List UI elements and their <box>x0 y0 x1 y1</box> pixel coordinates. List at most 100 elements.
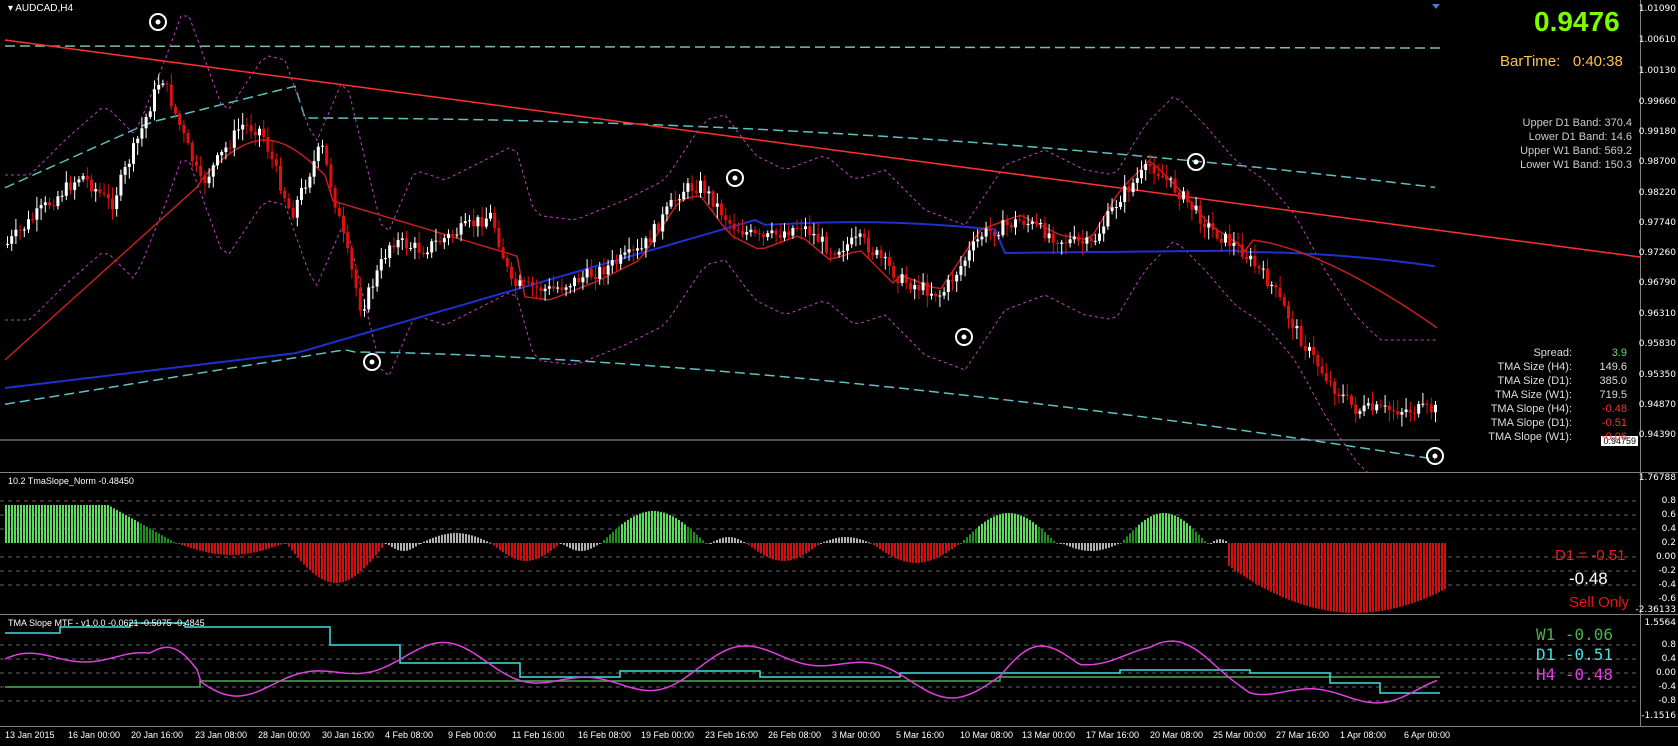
triangle-down-icon[interactable]: ▾ <box>8 3 13 14</box>
histogram-bar <box>453 533 455 543</box>
ind2-axis[interactable]: 1.5564 0.8 0.4 0.00 -0.4 -0.8 -1.1516 <box>1640 615 1678 726</box>
histogram-bar <box>68 505 70 543</box>
bear-candle <box>190 140 194 168</box>
histogram-bar <box>1066 543 1068 546</box>
bear-candle <box>1345 383 1349 401</box>
histogram-bar <box>187 543 189 548</box>
histogram-bar <box>1044 532 1046 543</box>
tmaslope-norm-panel[interactable]: 10.2 TmaSlope_Norm -0.48450 1.76788 0.8 0.… <box>0 472 1678 615</box>
histogram-bar <box>175 543 177 544</box>
bear-candle <box>867 229 870 260</box>
histogram-bar <box>1159 513 1161 543</box>
bear-candle <box>279 157 282 195</box>
bear-candle <box>480 206 484 237</box>
bull-candle <box>1404 398 1408 418</box>
histogram-bar <box>615 529 617 543</box>
histogram-bar <box>572 543 574 550</box>
histogram-bar <box>766 543 768 557</box>
price-tick: 1.00610 <box>1638 35 1676 45</box>
time-tick: 23 Jan 08:00 <box>195 730 248 740</box>
histogram-bar <box>1240 543 1242 575</box>
histogram-bar <box>375 543 377 556</box>
bull-candle <box>157 74 161 94</box>
h4-slope-line <box>4 640 1438 704</box>
histogram-bar <box>385 543 387 544</box>
histogram-bar <box>1129 533 1131 543</box>
histogram-bar <box>725 537 727 543</box>
histogram-bar <box>357 543 359 574</box>
top-w1-band-line <box>4 45 1441 49</box>
price-tick: 1.01090 <box>1638 4 1676 14</box>
bull-candle <box>854 226 858 247</box>
bull-candle <box>682 182 686 202</box>
histogram-bar <box>921 543 923 563</box>
histogram-bar <box>784 543 786 561</box>
histogram-bar <box>104 505 106 543</box>
bull-candle <box>1182 187 1185 203</box>
histogram-bar <box>728 537 730 543</box>
histogram-bar <box>17 505 19 543</box>
bear-candle <box>1392 400 1395 421</box>
bull-candle <box>216 152 219 170</box>
bear-candle <box>1219 234 1223 253</box>
upper-w1-band: Upper W1 Band: 569.2 <box>1520 145 1632 157</box>
bear-candle <box>514 271 518 298</box>
histogram-bar <box>435 536 437 543</box>
bear-candle <box>69 175 72 195</box>
ind1-axis[interactable]: 1.76788 0.8 0.6 0.4 0.2 0.00 -0.2 -0.4 -0.6 -2.36… <box>1636 473 1678 615</box>
tmaslope-histogram[interactable] <box>0 473 1678 614</box>
bear-candle <box>615 254 618 273</box>
histogram-bar <box>1038 526 1040 543</box>
histogram-bar <box>262 543 264 551</box>
histogram-bar <box>1294 543 1296 602</box>
histogram-bar <box>26 505 28 543</box>
histogram-bar <box>606 537 608 543</box>
histogram-bar <box>660 511 662 543</box>
histogram-bar <box>474 536 476 543</box>
histogram-bar <box>348 543 350 580</box>
price-axis[interactable]: 1.01090 1.00610 1.00130 0.99660 0.99180 0.987… <box>1638 0 1678 472</box>
histogram-bar <box>496 543 498 548</box>
histogram-bar <box>553 543 555 549</box>
histogram-bar <box>1267 543 1269 591</box>
bull-candle <box>1224 231 1227 247</box>
bull-candle <box>94 182 98 202</box>
bear-candle <box>1278 276 1282 301</box>
tma-slope-mtf-chart[interactable] <box>0 615 1678 726</box>
histogram-bar <box>584 543 586 551</box>
histogram-bar <box>882 543 884 552</box>
histogram-bar <box>274 543 276 547</box>
histogram-bar <box>1306 543 1308 606</box>
histogram-bar <box>297 543 299 558</box>
bull-candle <box>60 190 64 202</box>
histogram-bar <box>400 543 402 551</box>
histogram-bar <box>391 543 393 548</box>
histogram-bar <box>471 535 473 543</box>
histogram-bar <box>429 539 431 543</box>
histogram-bar <box>838 537 840 543</box>
price-tick: 1.00130 <box>1638 66 1676 76</box>
price-tick: 0.99180 <box>1638 127 1676 137</box>
histogram-bar <box>342 543 344 583</box>
histogram-bar <box>672 516 674 543</box>
price-chart[interactable] <box>0 0 1678 472</box>
bull-candle <box>153 80 156 121</box>
bear-candle <box>1379 399 1383 409</box>
bear-candle <box>405 231 408 256</box>
histogram-bar <box>876 543 878 548</box>
bear-candle <box>934 291 938 302</box>
time-tick: 16 Jan 00:00 <box>68 730 121 740</box>
histogram-bar <box>5 505 7 543</box>
tma-slope-mtf-panel[interactable]: TMA Slope MTF - v1.0.0 -0.0621 -0.5075 -… <box>0 614 1678 726</box>
histogram-bar <box>128 516 130 543</box>
histogram-bar <box>775 543 777 561</box>
bull-candle <box>81 173 85 182</box>
histogram-bar <box>1053 540 1055 543</box>
histogram-bar <box>1180 518 1182 543</box>
price-chart-panel[interactable]: ▾ AUDCAD,H4 1.01090 1.00610 1.00130 0.99660… <box>0 0 1678 472</box>
time-tick: 5 Mar 16:00 <box>896 730 945 740</box>
histogram-bar <box>1035 524 1037 543</box>
time-axis[interactable]: 13 Jan 2015 16 Jan 00:00 20 Jan 16:00 23 Ja… <box>0 726 1678 746</box>
histogram-bar <box>486 541 488 543</box>
histogram-bar <box>291 543 293 551</box>
